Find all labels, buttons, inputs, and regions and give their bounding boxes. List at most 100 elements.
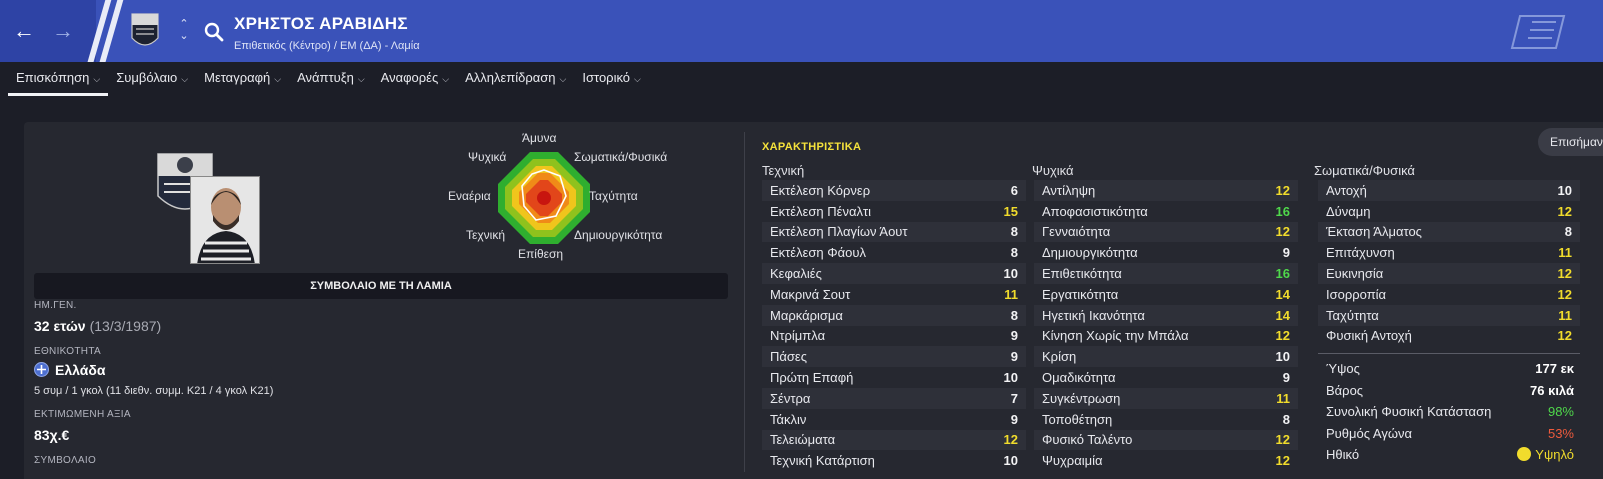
attribute-value: 12 (1275, 224, 1290, 240)
attribute-name: Τάκλιν (770, 411, 807, 427)
detail-value: 177 εκ (1535, 361, 1574, 376)
back-arrow-icon[interactable]: ← (12, 20, 36, 44)
attribute-name: Ηγετική Ικανότητα (1042, 307, 1145, 323)
attribute-name: Μακρινά Σουτ (770, 286, 851, 302)
physical-detail-row: Συνολική Φυσική Κατάσταση 98% (1318, 401, 1580, 422)
technical-attributes: Εκτέλεση Κόρνερ 6 Εκτέλεση Πέναλτι 15 Εκτέλε… (762, 180, 1026, 471)
detail-value: 53% (1548, 426, 1574, 441)
tab-interaction[interactable]: Αλληλεπίδραση ⌵ (457, 62, 574, 96)
up-down-chevron-icon[interactable]: ⌃ ⌄ (176, 18, 192, 46)
attribute-row[interactable]: Αντίληψη 12 (1034, 180, 1298, 201)
attribute-row[interactable]: Έκταση Άλματος 8 (1318, 221, 1580, 243)
attribute-row[interactable]: Γενναιότητα 12 (1034, 221, 1298, 243)
attribute-value: 16 (1275, 266, 1290, 282)
chevron-down-icon: ⌵ (357, 74, 365, 84)
attribute-row[interactable]: Αποφασιστικότητα 16 (1034, 201, 1298, 222)
attribute-row[interactable]: Εκτέλεση Κόρνερ 6 (762, 180, 1026, 201)
attribute-row[interactable]: Εκτέλεση Φάουλ 8 (762, 242, 1026, 263)
attribute-value: 12 (1557, 286, 1572, 302)
chevron-down-icon: ⌵ (559, 74, 567, 84)
attribute-row[interactable]: Τοποθέτηση 8 (1034, 409, 1298, 430)
attribute-row[interactable]: Εκτέλεση Πλαγίων Άουτ 8 (762, 221, 1026, 243)
attribute-row[interactable]: Δημιουργικότητα 9 (1034, 242, 1298, 263)
attribute-name: Κίνηση Χωρίς την Μπάλα (1042, 328, 1189, 344)
attribute-row[interactable]: Ισορροπία 12 (1318, 284, 1580, 305)
nationality-value[interactable]: Ελλάδα (34, 362, 105, 378)
attribute-name: Ισορροπία (1326, 286, 1387, 302)
attribute-row[interactable]: Μαρκάρισμα 8 (762, 304, 1026, 326)
attribute-name: Εργατικότητα (1042, 286, 1119, 302)
attribute-row[interactable]: Φυσικό Ταλέντο 12 (1034, 429, 1298, 451)
player-position-club[interactable]: Επιθετικός (Κέντρο) / ΕΜ (ΔΑ) - Λαμία (234, 40, 420, 52)
physical-detail-row: Ηθικό Υψηλό (1318, 444, 1580, 465)
attribute-name: Εκτέλεση Πλαγίων Άουτ (770, 224, 908, 240)
attribute-row[interactable]: Φυσική Αντοχή 12 (1318, 326, 1580, 347)
attribute-row[interactable]: Τελειώματα 12 (762, 429, 1026, 451)
attribute-name: Επιτάχυνση (1326, 245, 1395, 261)
attribute-row[interactable]: Κίνηση Χωρίς την Μπάλα 12 (1034, 326, 1298, 347)
attribute-row[interactable]: Επιθετικότητα 16 (1034, 263, 1298, 284)
attribute-value: 10 (1557, 182, 1572, 198)
detail-name: Ρυθμός Αγώνα (1326, 425, 1412, 441)
attribute-row[interactable]: Ταχύτητα 11 (1318, 304, 1580, 326)
forward-arrow-icon[interactable]: → (51, 20, 75, 44)
attribute-row[interactable]: Σέντρα 7 (762, 387, 1026, 409)
radar-label-defending: Άμυνα (522, 131, 557, 145)
tab-development[interactable]: Ανάπτυξη ⌵ (289, 62, 373, 96)
attribute-value: 8 (1010, 245, 1018, 261)
dob: (13/3/1987) (89, 318, 162, 334)
tab-label: Ιστορικό (582, 70, 631, 85)
attribute-row[interactable]: Αντοχή 10 (1318, 180, 1580, 201)
estimated-value: 83χ.€ (34, 427, 70, 443)
attribute-row[interactable]: Ηγετική Ικανότητα 14 (1034, 304, 1298, 326)
contract-banner[interactable]: ΣΥΜΒΟΛΑΙΟ ΜΕ ΤΗ ΛΑΜΙΑ (34, 273, 728, 299)
tab-history[interactable]: Ιστορικό ⌵ (574, 62, 649, 96)
club-crest-icon[interactable] (130, 12, 160, 52)
tab-contract[interactable]: Συμβόλαιο ⌵ (108, 62, 196, 96)
attribute-name: Φυσικό Ταλέντο (1042, 432, 1133, 448)
tab-label: Αναφορές (380, 70, 439, 85)
mental-attributes: Αντίληψη 12 Αποφασιστικότητα 16 Γενναιότητα 1… (1034, 180, 1298, 471)
physical-details-separator (1318, 353, 1580, 354)
morale-icon (1517, 447, 1532, 462)
technical-header: Τεχνική (762, 163, 805, 178)
attribute-row[interactable]: Ομαδικότητα 9 (1034, 367, 1298, 388)
chevron-down-icon: ⌵ (181, 74, 189, 84)
panel-divider (744, 132, 745, 472)
attribute-row[interactable]: Ευκινησία 12 (1318, 263, 1580, 284)
tab-reports[interactable]: Αναφορές ⌵ (373, 62, 457, 96)
physical-detail-row: Ρυθμός Αγώνα 53% (1318, 423, 1580, 444)
contract-label: ΣΥΜΒΟΛΑΙΟ (34, 455, 97, 466)
attribute-row[interactable]: Πρώτη Επαφή 10 (762, 367, 1026, 388)
player-photo (190, 176, 260, 264)
attribute-row[interactable]: Επιτάχυνση 11 (1318, 242, 1580, 263)
attribute-row[interactable]: Πάσες 9 (762, 346, 1026, 368)
attribute-row[interactable]: Κεφαλιές 10 (762, 263, 1026, 284)
attribute-value: 12 (1275, 328, 1290, 344)
tab-overview[interactable]: Επισκόπηση ⌵ (8, 62, 109, 96)
attribute-value: 9 (1282, 245, 1290, 261)
attribute-row[interactable]: Δύναμη 12 (1318, 201, 1580, 222)
attribute-row[interactable]: Εκτέλεση Πέναλτι 15 (762, 201, 1026, 222)
age-value: 32 ετών (13/3/1987) (34, 318, 161, 334)
attribute-name: Συγκέντρωση (1042, 390, 1121, 406)
attribute-row[interactable]: Μακρινά Σουτ 11 (762, 284, 1026, 305)
attribute-row[interactable]: Τεχνική Κατάρτιση 10 (762, 450, 1026, 471)
notes-button[interactable]: Επισήμανση (1538, 128, 1603, 156)
attribute-row[interactable]: Τάκλιν 9 (762, 409, 1026, 430)
attribute-value: 12 (1003, 432, 1018, 448)
attribute-value: 6 (1010, 182, 1018, 198)
attribute-row[interactable]: Συγκέντρωση 11 (1034, 387, 1298, 409)
radar-label-mental: Ψυχικά (468, 150, 507, 164)
attribute-value: 12 (1275, 453, 1290, 469)
attribute-row[interactable]: Κρίση 10 (1034, 346, 1298, 368)
attribute-value: 7 (1010, 390, 1018, 406)
attribute-row[interactable]: Ντρίμπλα 9 (762, 326, 1026, 347)
radar-label-aerial: Εναέρια (448, 189, 491, 203)
attribute-row[interactable]: Εργατικότητα 14 (1034, 284, 1298, 305)
attribute-row[interactable]: Ψυχραιμία 12 (1034, 450, 1298, 471)
tab-label: Επισκόπηση (16, 70, 90, 85)
tab-transfer[interactable]: Μεταγραφή ⌵ (196, 62, 289, 96)
search-icon[interactable] (203, 21, 225, 43)
detail-value-text: 76 κιλά (1530, 382, 1574, 398)
